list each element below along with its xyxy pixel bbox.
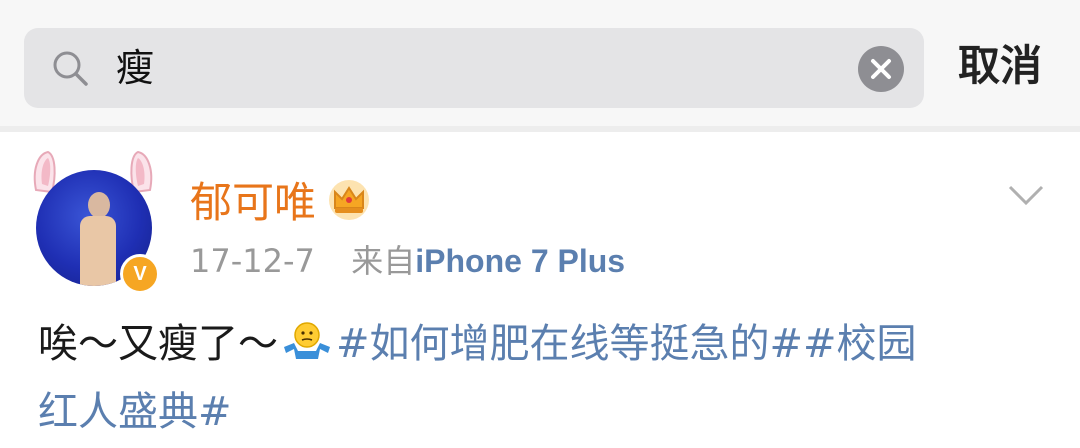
post-device[interactable]: iPhone 7 Plus [415,243,625,279]
crown-icon [329,180,369,220]
avatar[interactable]: V [28,150,168,294]
close-icon [871,59,891,79]
post-text: 唉～又瘦了～ [38,321,278,367]
divider [0,126,1080,132]
post-text-line-1: 唉～又瘦了～ #如何增肥在线等挺急的##校园 [38,316,917,372]
post-text-line-2: 红人盛典# [38,384,232,440]
source-prefix: 来自 [351,242,416,280]
search-bar: 瘦 取消 [0,0,1080,126]
search-input[interactable]: 瘦 [24,28,924,108]
topic-hashtag-1[interactable]: #如何增肥在线等挺急的# [336,321,803,367]
cancel-button[interactable]: 取消 [958,36,1042,96]
topic-hashtag-2-cont[interactable]: 红人盛典# [38,389,232,435]
post-meta: 17-12-7 来自iPhone 7 Plus [190,240,625,282]
search-icon [53,51,88,86]
chevron-down-icon[interactable] [1008,184,1044,206]
topic-hashtag-2[interactable]: #校园 [803,321,917,367]
verified-badge: V [120,254,160,294]
post-date: 17-12-7 [190,242,315,280]
clear-search-button[interactable] [858,46,904,92]
username[interactable]: 郁可唯 [190,176,316,230]
search-query[interactable]: 瘦 [116,42,154,94]
shrug-emoji-icon [284,322,330,359]
